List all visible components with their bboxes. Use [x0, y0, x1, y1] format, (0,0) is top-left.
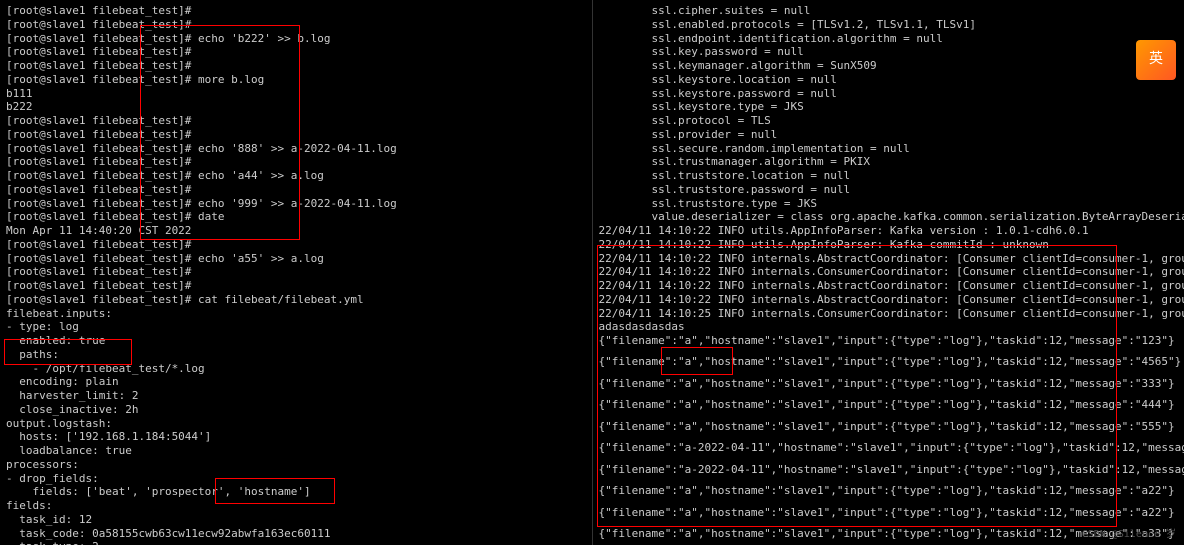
terminal-line: [root@slave1 filebeat_test]# — [6, 238, 586, 252]
yml-line: harvester_limit: 2 — [6, 389, 586, 403]
kafka-log-line: 22/04/11 14:10:22 INFO internals.Consume… — [599, 265, 1179, 279]
yml-line: - /opt/filebeat_test/*.log — [6, 362, 586, 376]
terminal-line: b111 — [6, 87, 586, 101]
kafka-log-line: ssl.endpoint.identification.algorithm = … — [599, 32, 1179, 46]
kafka-log-line: ssl.enabled.protocols = [TLSv1.2, TLSv1.… — [599, 18, 1179, 32]
terminal-line: [root@slave1 filebeat_test]# echo 'a55' … — [6, 252, 586, 266]
json-output-line: {"filename":"a","hostname":"slave1","inp… — [599, 420, 1179, 434]
kafka-log-line: ssl.secure.random.implementation = null — [599, 142, 1179, 156]
terminal-line: [root@slave1 filebeat_test]# — [6, 45, 586, 59]
kafka-log-line: ssl.truststore.type = JKS — [599, 197, 1179, 211]
terminal-right[interactable]: ssl.cipher.suites = null ssl.enabled.pro… — [593, 0, 1184, 545]
kafka-log-line: 22/04/11 14:10:22 INFO utils.AppInfoPars… — [599, 238, 1179, 252]
yml-line: hosts: ['192.168.1.184:5044'] — [6, 430, 586, 444]
yml-line: - drop_fields: — [6, 472, 586, 486]
terminal-line: [root@slave1 filebeat_test]# — [6, 18, 586, 32]
terminal-line: [root@slave1 filebeat_test]# — [6, 265, 586, 279]
kafka-log-line: ssl.keymanager.algorithm = SunX509 — [599, 59, 1179, 73]
kafka-log-line: 22/04/11 14:10:25 INFO internals.Consume… — [599, 307, 1179, 321]
kafka-log-line: 22/04/11 14:10:22 INFO utils.AppInfoPars… — [599, 224, 1179, 238]
yml-line: task_id: 12 — [6, 513, 586, 527]
terminal-line: [root@slave1 filebeat_test]# — [6, 114, 586, 128]
yml-line: task_type: 2 — [6, 540, 586, 545]
json-output-line: {"filename":"a","hostname":"slave1","inp… — [599, 506, 1179, 520]
terminal-line: [root@slave1 filebeat_test]# echo 'a44' … — [6, 169, 586, 183]
json-output-line: {"filename":"a-2022-04-11","hostname":"s… — [599, 463, 1179, 477]
kafka-log-line: ssl.keystore.password = null — [599, 87, 1179, 101]
adasd-line: adasdasdasdas — [599, 320, 1179, 334]
yml-line: filebeat.inputs: — [6, 307, 586, 321]
kafka-log-line: ssl.keystore.location = null — [599, 73, 1179, 87]
kafka-log-line: ssl.truststore.location = null — [599, 169, 1179, 183]
yml-line: paths: — [6, 348, 586, 362]
yml-line: enabled: true — [6, 334, 586, 348]
kafka-log-line: ssl.protocol = TLS — [599, 114, 1179, 128]
kafka-log-line: 22/04/11 14:10:22 INFO internals.Abstrac… — [599, 252, 1179, 266]
kafka-log-line: ssl.key.password = null — [599, 45, 1179, 59]
json-output-line: {"filename":"a","hostname":"slave1","inp… — [599, 398, 1179, 412]
terminal-line: [root@slave1 filebeat_test]# — [6, 183, 586, 197]
json-output-line: {"filename":"a","hostname":"slave1","inp… — [599, 334, 1179, 348]
kafka-log-line: 22/04/11 14:10:22 INFO internals.Abstrac… — [599, 293, 1179, 307]
kafka-log-line: ssl.keystore.type = JKS — [599, 100, 1179, 114]
terminal-line: [root@slave1 filebeat_test]# more b.log — [6, 73, 586, 87]
json-output-line: {"filename":"a","hostname":"slave1","inp… — [599, 377, 1179, 391]
kafka-log-line: ssl.truststore.password = null — [599, 183, 1179, 197]
avatar-icon[interactable]: 英 — [1136, 40, 1176, 80]
terminal-line: [root@slave1 filebeat_test]# — [6, 59, 586, 73]
yml-line: output.logstash: — [6, 417, 586, 431]
terminal-line: b222 — [6, 100, 586, 114]
terminal-line: [root@slave1 filebeat_test]# — [6, 128, 586, 142]
kafka-log-line: ssl.provider = null — [599, 128, 1179, 142]
kafka-log-line: 22/04/11 14:10:22 INFO internals.Abstrac… — [599, 279, 1179, 293]
json-output-line: {"filename":"a-2022-04-11","hostname":"s… — [599, 441, 1179, 455]
terminal-left[interactable]: [root@slave1 filebeat_test]#[root@slave1… — [0, 0, 593, 545]
yml-line: fields: ['beat', 'prospector', 'hostname… — [6, 485, 586, 499]
kafka-log-line: ssl.cipher.suites = null — [599, 4, 1179, 18]
terminal-line: [root@slave1 filebeat_test]# echo '999' … — [6, 197, 586, 211]
yml-line: - type: log — [6, 320, 586, 334]
yml-line: loadbalance: true — [6, 444, 586, 458]
yml-line: task_code: 0a58155cwb63cw11ecw92abwfa163… — [6, 527, 586, 541]
terminal-line: [root@slave1 filebeat_test]# — [6, 4, 586, 18]
terminal-line: [root@slave1 filebeat_test]# — [6, 279, 586, 293]
kafka-log-line: value.deserializer = class org.apache.ka… — [599, 210, 1179, 224]
yml-line: processors: — [6, 458, 586, 472]
json-output-line: {"filename":"a","hostname":"slave1","inp… — [599, 355, 1179, 369]
yml-line: fields: — [6, 499, 586, 513]
yml-line: encoding: plain — [6, 375, 586, 389]
terminal-line: [root@slave1 filebeat_test]# echo 'b222'… — [6, 32, 586, 46]
watermark: CSDN @Silence 岁 — [1082, 529, 1176, 542]
terminal-line: [root@slave1 filebeat_test]# cat filebea… — [6, 293, 586, 307]
terminal-line: [root@slave1 filebeat_test]# echo '888' … — [6, 142, 586, 156]
terminal-line: [root@slave1 filebeat_test]# — [6, 155, 586, 169]
json-output-line: {"filename":"a","hostname":"slave1","inp… — [599, 484, 1179, 498]
terminal-line: [root@slave1 filebeat_test]# date — [6, 210, 586, 224]
terminal-line: Mon Apr 11 14:40:20 CST 2022 — [6, 224, 586, 238]
kafka-log-line: ssl.trustmanager.algorithm = PKIX — [599, 155, 1179, 169]
yml-line: close_inactive: 2h — [6, 403, 586, 417]
